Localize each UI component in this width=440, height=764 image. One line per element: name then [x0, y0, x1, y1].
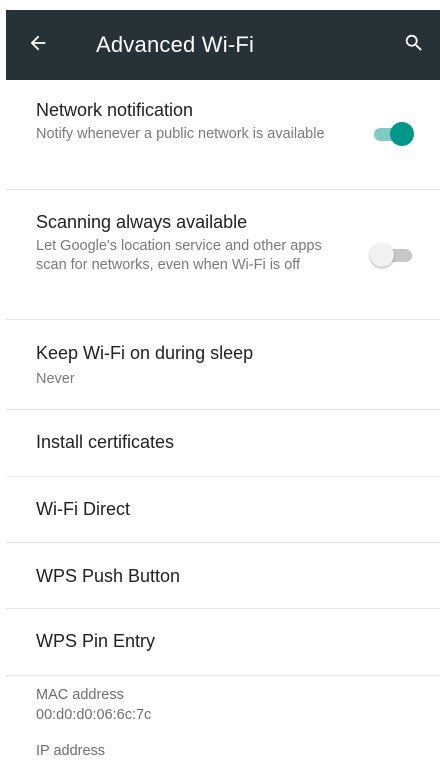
settings-list: Network notification Notify whenever a p…: [6, 80, 440, 759]
toggle-thumb: [370, 243, 394, 267]
status-bar-area: [0, 0, 440, 8]
ip-address-label: IP address: [36, 743, 106, 759]
app-bar: Advanced Wi-Fi: [6, 10, 440, 80]
setting-title: Scanning always available: [36, 212, 248, 232]
setting-title: Network notification: [36, 100, 194, 120]
screen: Advanced Wi-Fi Network notification Noti…: [0, 0, 440, 764]
setting-keep-wifi-on-during-sleep[interactable]: Keep Wi-Fi on during sleep Never: [6, 320, 440, 410]
setting-wifi-direct[interactable]: Wi-Fi Direct: [6, 477, 440, 543]
search-button[interactable]: [390, 10, 438, 80]
setting-network-notification[interactable]: Network notification Notify whenever a p…: [6, 80, 440, 190]
mac-address-value: 00:d0:d0:06:6c:7c: [36, 707, 152, 723]
setting-wps-push-button[interactable]: WPS Push Button: [6, 543, 440, 609]
setting-title: WPS Pin Entry: [36, 631, 156, 651]
scanning-always-available-toggle[interactable]: [370, 242, 414, 268]
network-info: MAC address 00:d0:d0:06:6c:7c IP address: [6, 676, 440, 759]
setting-title: WPS Push Button: [36, 566, 181, 586]
arrow-left-icon: [27, 32, 49, 59]
mac-address-label: MAC address: [36, 687, 124, 703]
setting-wps-pin-entry[interactable]: WPS Pin Entry: [6, 609, 440, 676]
back-button[interactable]: [10, 10, 66, 80]
setting-summary: Never: [36, 371, 75, 387]
page-title: Advanced Wi-Fi: [96, 32, 255, 57]
toggle-thumb: [390, 122, 414, 146]
network-notification-toggle[interactable]: [370, 121, 414, 147]
setting-install-certificates[interactable]: Install certificates: [6, 410, 440, 477]
setting-title: Keep Wi-Fi on during sleep: [36, 343, 254, 363]
setting-summary: Notify whenever a public network is avai…: [36, 126, 325, 142]
setting-title: Wi-Fi Direct: [36, 499, 130, 519]
setting-summary: Let Google's location service and other …: [36, 238, 322, 273]
setting-title: Install certificates: [36, 432, 175, 452]
search-icon: [403, 32, 425, 59]
setting-scanning-always-available[interactable]: Scanning always available Let Google's l…: [6, 190, 440, 320]
